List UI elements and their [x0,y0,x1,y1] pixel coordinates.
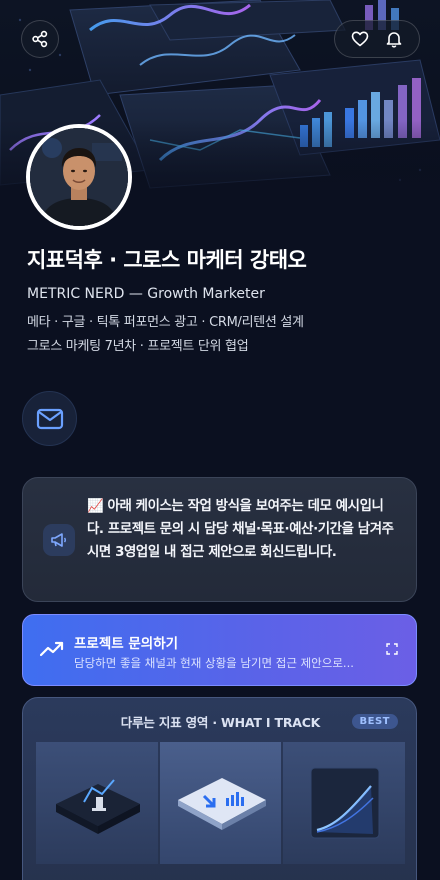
email-button[interactable] [22,391,77,446]
chart-emoji-icon: 📈 [87,499,104,514]
track-thumbnail-1[interactable] [36,742,158,864]
share-button[interactable] [21,20,59,58]
track-thumbnail-2[interactable] [159,742,282,864]
track-thumbnails [36,742,406,867]
mail-icon [36,408,63,429]
growth-curve-tile-icon [310,767,380,839]
profile-description-line-2: 그로스 마케팅 7년차 · 프로젝트 단위 협업 [27,339,249,354]
track-thumbnail-3[interactable] [283,742,406,864]
expand-icon[interactable] [386,643,398,655]
heart-icon [351,31,369,47]
notice-card: 📈 아래 케이스는 작업 방식을 보여주는 데모 예시입니다. 프로젝트 문의 … [22,477,417,602]
profile-name: 지표덕후 · 그로스 마케터 강태오 [27,248,307,272]
cta-subtitle: 담당하면 좋을 채널과 현재 상황을 남기면 접근 제안으로... [74,656,354,670]
notice-text-block: 📈 아래 케이스는 작업 방식을 보여주는 데모 예시입니다. 프로젝트 문의 … [87,495,397,564]
megaphone-icon [43,524,75,556]
trend-up-icon [40,641,64,657]
profile-description-line-1: 메타 · 구글 · 틱톡 퍼포먼스 광고 · CRM/리텐션 설계 [27,315,304,330]
profile-photo [30,128,128,226]
cta-title: 프로젝트 문의하기 [74,636,179,652]
notification-button[interactable] [380,25,408,53]
like-button[interactable] [346,25,374,53]
project-inquiry-button[interactable]: 프로젝트 문의하기 담당하면 좋을 채널과 현재 상황을 남기면 접근 제안으로… [22,614,417,686]
conversion-tile-icon [177,778,266,830]
avatar [26,124,132,230]
analytics-tile-icon [56,779,140,834]
track-card: 다루는 지표 영역 · WHAT I TRACK BEST [22,697,417,880]
bell-icon [386,32,402,48]
profile-subtitle: METRIC NERD — Growth Marketer [27,286,265,302]
share-icon [32,30,48,48]
best-badge: BEST [351,714,398,729]
header-action-group [334,20,420,58]
notice-text: 아래 케이스는 작업 방식을 보여주는 데모 예시입니다. 프로젝트 문의 시 … [87,499,394,560]
